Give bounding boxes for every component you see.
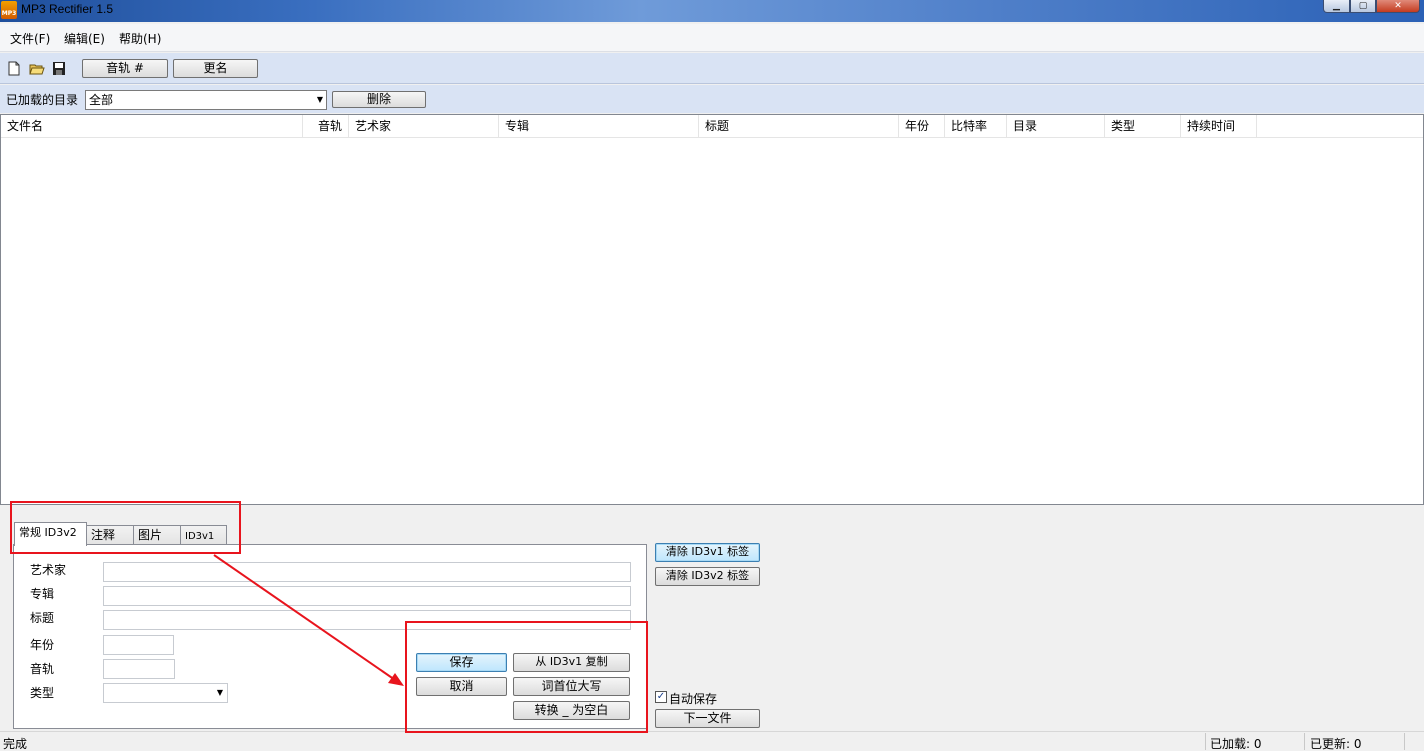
annotation-arrow [213, 554, 404, 686]
